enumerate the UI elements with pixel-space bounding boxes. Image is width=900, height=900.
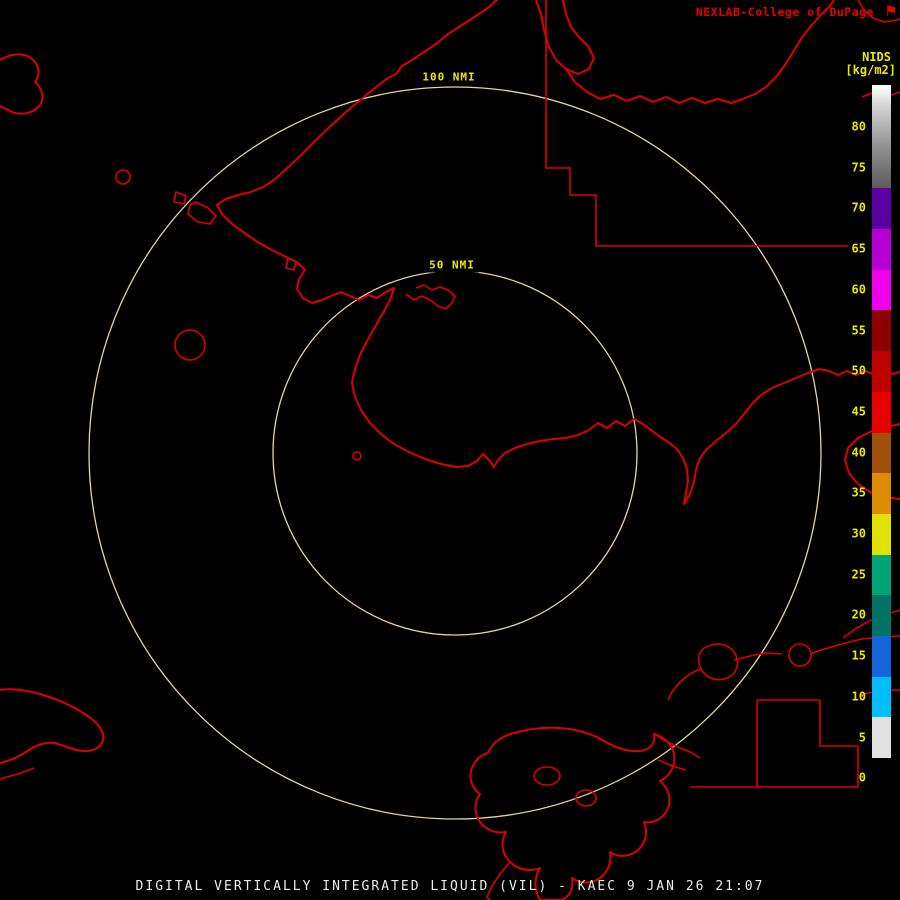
colorbar-segment-40	[872, 432, 891, 474]
colorbar-segment-5	[872, 717, 891, 758]
colorbar-tick-30: 30	[851, 526, 866, 541]
colorbar-segment-35	[872, 473, 891, 514]
colorbar-tick-15: 15	[851, 648, 866, 663]
small-island-ring-3	[788, 643, 812, 667]
coastline-main	[216, 0, 900, 505]
range-rings	[88, 86, 822, 820]
colorbar-segment-50	[872, 351, 891, 392]
colorbar-segment-0	[872, 758, 891, 784]
flag-icon: ⚑	[885, 1, 896, 21]
coastlines	[0, 0, 900, 900]
island-complex-outline	[469, 726, 676, 900]
range-ring-100nmi	[88, 86, 822, 820]
colorbar-tick-35: 35	[851, 486, 866, 501]
coastline-topleft	[0, 53, 44, 115]
colorbar-ticks: 80 75 70 65 60 55 50 45 40 35 30 25 20 15 10 5 0	[832, 85, 866, 785]
colorbar-segment-30	[872, 513, 891, 555]
colorbar-tick-25: 25	[851, 567, 866, 582]
coast-line-east-1	[667, 667, 703, 701]
range-ring-50nmi	[272, 270, 638, 636]
colorbar-segment-15	[872, 635, 891, 677]
colorbar-segment-60	[872, 269, 891, 311]
colorbar-segment-80	[872, 107, 891, 148]
coastline-southwest	[0, 688, 105, 764]
colorbar-tick-20: 20	[851, 608, 866, 623]
small-island-ring-2	[174, 329, 206, 361]
colorbar-tick-45: 45	[851, 404, 866, 419]
coastline-southwest-2	[0, 767, 35, 780]
scale-units: [kg/m2]	[845, 63, 896, 77]
small-island-ring-1	[115, 169, 131, 185]
colorbar-tick-65: 65	[851, 241, 866, 256]
colorbar-tick-40: 40	[851, 445, 866, 460]
colorbar-tick-80: 80	[851, 119, 866, 134]
range-ring-label-50nmi: 50 NMI	[425, 257, 479, 273]
island-lake-1	[533, 766, 561, 786]
colorbar-segment-20	[872, 595, 891, 636]
colorbar-segment-10	[872, 676, 891, 718]
brand-text: NEXLAB-College of DuPage	[695, 5, 874, 19]
colorbar-segment-25	[872, 554, 891, 596]
colorbar-tick-75: 75	[851, 160, 866, 175]
colorbar-segment-55	[872, 310, 891, 352]
colorbar-tick-50: 50	[851, 363, 866, 378]
colorbar-tick-10: 10	[851, 689, 866, 704]
colorbar-segment-top	[872, 85, 891, 107]
small-island-ring-4	[352, 451, 362, 461]
colorbar-segment-75	[872, 147, 891, 189]
radar-display: 100 NMI 50 NMI NEXLAB-College of DuPage …	[0, 0, 900, 900]
boundary-lines	[545, 0, 859, 788]
coastline-hook	[405, 284, 456, 310]
colorbar-tick-5: 5	[858, 730, 866, 745]
coast-blob-1	[187, 201, 217, 225]
colorbar-segment-45	[872, 391, 891, 433]
colorbar-tick-60: 60	[851, 282, 866, 297]
scale-title: NIDS	[862, 50, 891, 64]
colorbar-tick-70: 70	[851, 201, 866, 216]
colorbar-tick-55: 55	[851, 323, 866, 338]
coast-blob-2	[173, 191, 187, 205]
coast-blob-east	[697, 643, 739, 681]
island-spur-east	[653, 733, 701, 759]
colorbar-segments	[872, 85, 891, 784]
colorbar-tick-0: 0	[858, 770, 866, 785]
colorbar-segment-70	[872, 188, 891, 230]
radar-map	[0, 0, 900, 900]
coastline-northeast	[535, 0, 595, 75]
product-caption: DIGITAL VERTICALLY INTEGRATED LIQUID (VI…	[135, 879, 765, 894]
colorbar-segment-65	[872, 229, 891, 270]
range-ring-label-100nmi: 100 NMI	[418, 69, 480, 85]
